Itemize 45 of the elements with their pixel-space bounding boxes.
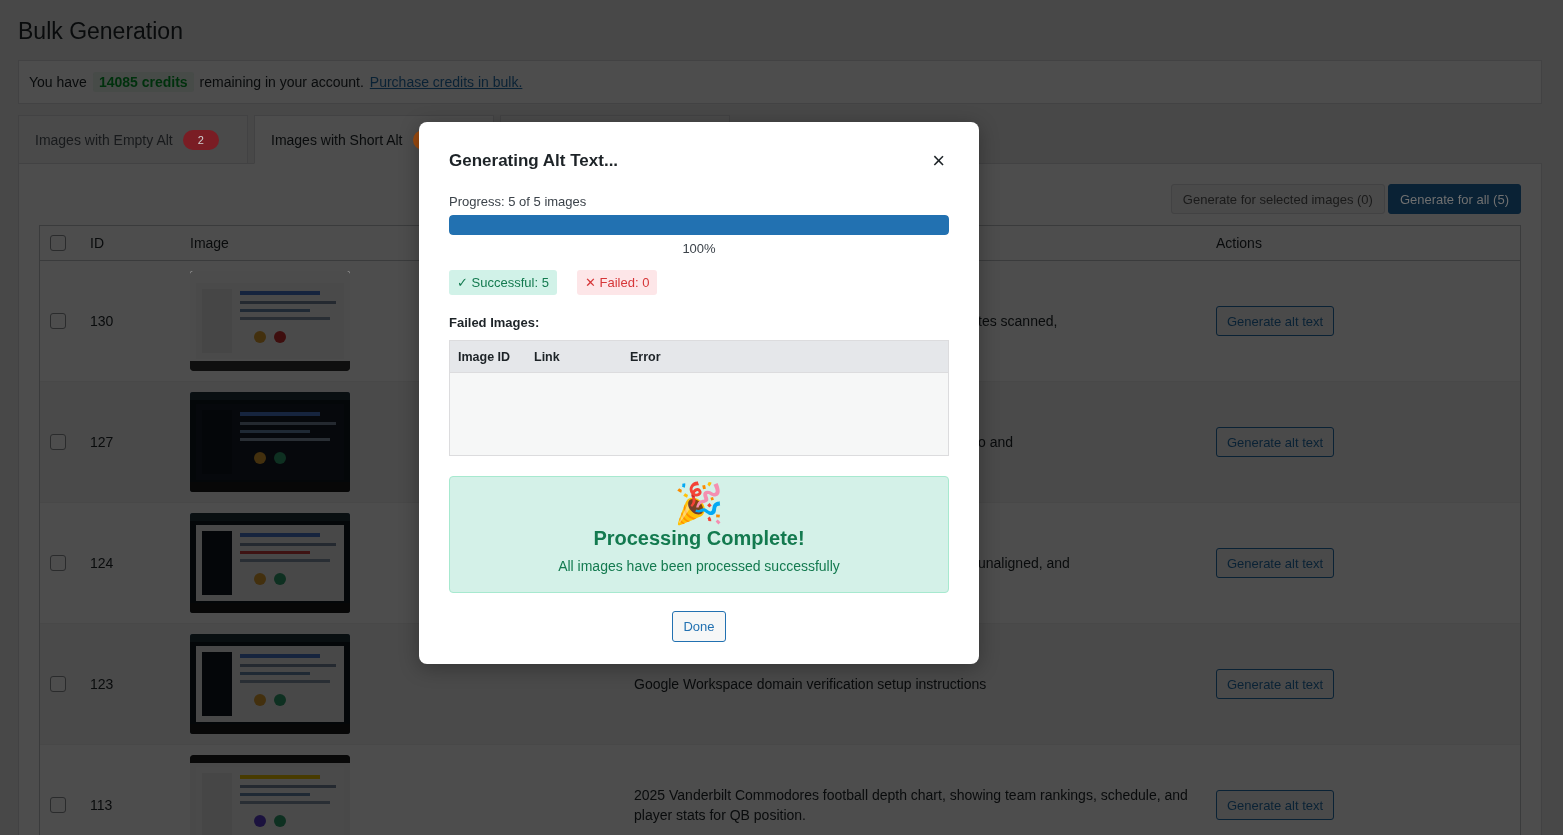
- close-button[interactable]: ×: [928, 150, 949, 172]
- column-header: Error: [630, 349, 662, 364]
- generate-alt-button[interactable]: Generate alt text: [1216, 306, 1335, 336]
- completion-title: Processing Complete!: [593, 527, 805, 550]
- generate-alt-button[interactable]: Generate alt text: [1216, 790, 1335, 820]
- generate-alt-button[interactable]: Generate alt text: [1216, 669, 1335, 699]
- column-header: Link: [534, 349, 561, 364]
- tab-label: Images with Short Alt: [271, 131, 403, 148]
- party-popper-icon: 🎉: [674, 479, 724, 527]
- notice-text: You have: [29, 74, 87, 90]
- purchase-link[interactable]: Purchase credits in bulk.: [369, 74, 523, 90]
- table-cell-text: 123: [89, 676, 115, 692]
- column-header: Image: [189, 235, 230, 251]
- success-count: ✓ Successful: 5: [449, 270, 557, 295]
- credits-count: 14085 credits: [92, 72, 194, 92]
- completion-message: All images have been processed successfully: [558, 558, 840, 574]
- progress-percent: 100%: [681, 241, 717, 256]
- column-header: Actions: [1215, 235, 1263, 251]
- failed-count: ✕ Failed: 0: [576, 270, 658, 295]
- notice-text: remaining in your account.: [199, 74, 364, 90]
- row-checkbox[interactable]: [50, 676, 66, 692]
- table-cell-text: 130: [89, 313, 115, 329]
- generate-alt-button[interactable]: Generate alt text: [1216, 427, 1335, 457]
- description-cell: o and: [978, 434, 1014, 450]
- description-cell: unaligned, and: [978, 555, 1070, 571]
- section-title: Failed Images:: [449, 315, 541, 330]
- generate-alt-button[interactable]: Generate alt text: [1216, 548, 1335, 578]
- select-all-checkbox[interactable]: [50, 235, 66, 251]
- progress-label: Progress: 5 of 5 images: [449, 194, 588, 209]
- column-header: Image ID: [458, 349, 512, 364]
- table-cell-text: 113: [89, 797, 114, 813]
- page-title: Bulk Generation: [18, 18, 184, 45]
- column-header: ID: [89, 235, 105, 251]
- description-cell: Google Workspace domain verification setup instructions: [634, 676, 987, 692]
- row-checkbox[interactable]: [50, 555, 66, 571]
- row-checkbox[interactable]: [50, 313, 66, 329]
- description-cell: tes scanned,: [978, 313, 1058, 329]
- count-badge: 2: [182, 129, 219, 150]
- generate-button[interactable]: Generate for all (5): [1387, 184, 1521, 214]
- description-cell: 2025 Vanderbilt Commodores football depth chart, showing team rankings, schedule, and player stats for QB position.: [634, 787, 1188, 823]
- row-checkbox[interactable]: [50, 797, 66, 813]
- table-cell-text: 124: [89, 555, 115, 571]
- row-checkbox[interactable]: [50, 434, 66, 450]
- table-cell-text: 127: [89, 434, 115, 450]
- done-button[interactable]: Done: [672, 611, 726, 642]
